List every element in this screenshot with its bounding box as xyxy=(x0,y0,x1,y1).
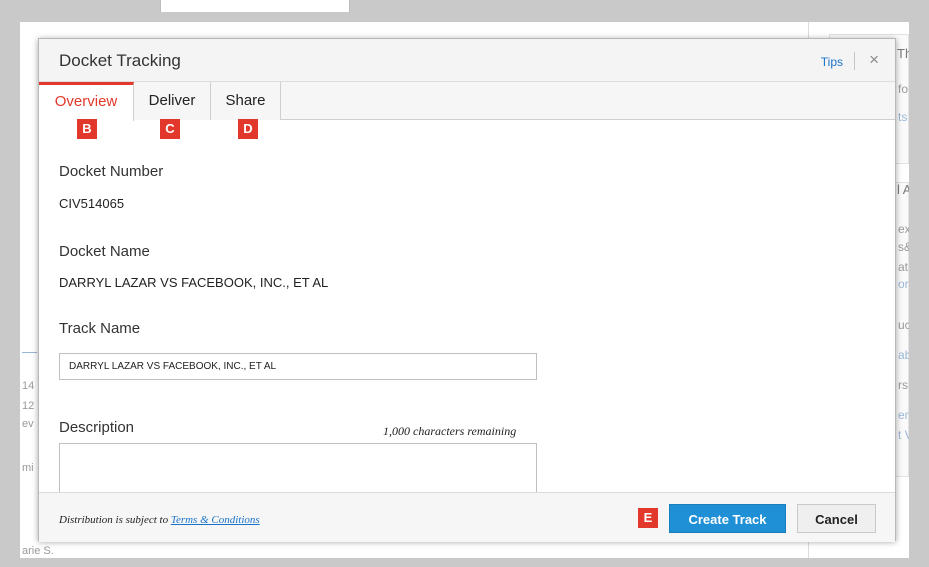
distribution-note: Distribution is subject to Terms & Condi… xyxy=(59,514,260,526)
background-text: at xyxy=(898,260,909,274)
docket-number-value: CIV514065 xyxy=(59,196,125,211)
background-text: fo xyxy=(898,82,909,96)
tips-link[interactable]: Tips xyxy=(821,55,843,69)
tab-overview[interactable]: Overview xyxy=(39,82,134,121)
background-text: uc xyxy=(898,318,909,332)
background-text: ab xyxy=(898,348,909,362)
characters-remaining: 1,000 characters remaining xyxy=(383,424,517,438)
dialog-header: Docket Tracking Tips × xyxy=(39,39,895,82)
background-text: en xyxy=(898,408,909,422)
background-text: 14 xyxy=(22,380,35,392)
background-text: mi xyxy=(22,462,34,474)
docket-number-label: Docket Number xyxy=(59,163,164,180)
background-text: ex xyxy=(898,222,909,236)
callout-badge-b: B xyxy=(77,119,97,139)
callout-badge-d: D xyxy=(238,119,258,139)
terms-conditions-link[interactable]: Terms & Conditions xyxy=(171,514,260,526)
cancel-button[interactable]: Cancel xyxy=(797,504,876,533)
background-text: s& xyxy=(898,240,909,254)
background-text: ts xyxy=(898,110,908,124)
docket-name-value: DARRYL LAZAR VS FACEBOOK, INC., ET AL xyxy=(59,275,329,290)
description-label: Description xyxy=(59,419,135,436)
close-icon[interactable]: × xyxy=(869,50,879,70)
description-textarea[interactable] xyxy=(59,443,537,495)
create-track-button[interactable]: Create Track xyxy=(669,504,786,533)
callout-badge-e: E xyxy=(638,508,658,528)
background-text: l A xyxy=(897,182,909,197)
background-text: ev xyxy=(22,418,34,430)
background-link-underline xyxy=(22,352,37,353)
background-text: t V xyxy=(898,428,909,442)
track-name-label: Track Name xyxy=(59,320,141,337)
distribution-text: Distribution is subject to xyxy=(59,514,169,526)
background-text: 12 xyxy=(22,400,35,412)
tab-share[interactable]: Share xyxy=(211,82,281,120)
docket-name-label: Docket Name xyxy=(59,243,150,260)
dialog-footer: Distribution is subject to Terms & Condi… xyxy=(39,492,895,542)
background-text: arie S. xyxy=(22,545,54,557)
docket-tracking-dialog: Docket Tracking Tips × Overview Deliver … xyxy=(38,38,896,542)
callout-badge-c: C xyxy=(160,119,180,139)
track-name-input[interactable] xyxy=(59,353,537,380)
background-text: Th xyxy=(897,46,909,61)
background-left-strip xyxy=(0,80,20,100)
background-page-top xyxy=(160,0,350,12)
dialog-title: Docket Tracking xyxy=(59,51,181,70)
header-divider xyxy=(854,52,855,70)
background-text: ore xyxy=(898,277,909,291)
background-text: rs xyxy=(898,378,908,392)
tab-bar: Overview Deliver Share xyxy=(39,82,895,121)
tab-deliver[interactable]: Deliver xyxy=(134,82,211,120)
